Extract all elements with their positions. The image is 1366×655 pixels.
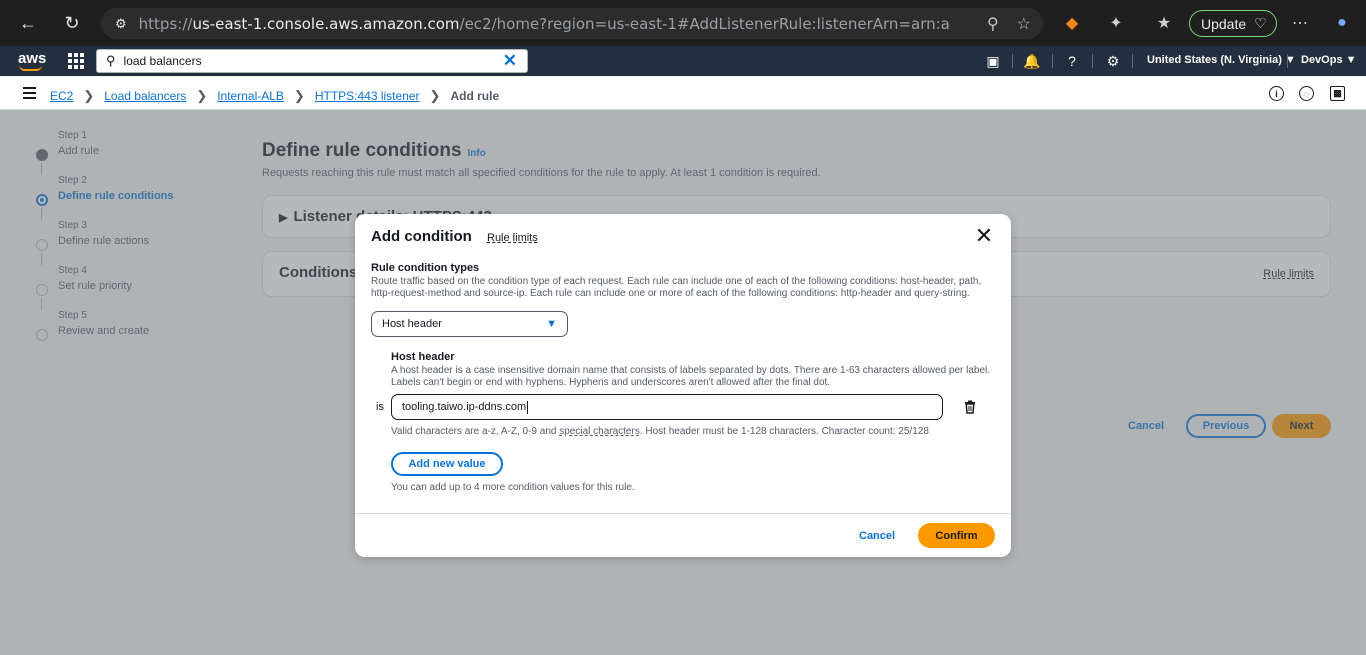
cloudshell-icon[interactable]: ▣ — [984, 52, 1002, 70]
add-condition-modal: Add condition Rule limits ✕ Rule conditi… — [355, 214, 1011, 557]
aws-top-nav: aws ⚲ load balancers ✕ ▣ 🔔 ? ⚙ United St… — [0, 46, 1366, 76]
browser-toolbar: ← ↻ ⚙ https://us-east-1.console.aws.amaz… — [0, 0, 1366, 46]
breadcrumb-current: Add rule — [450, 89, 500, 103]
notifications-bell-icon[interactable]: 🔔 — [1023, 52, 1041, 70]
bookmark-star-icon[interactable]: ☆ — [1017, 14, 1031, 34]
condition-types-description: Route traffic based on the condition typ… — [371, 276, 982, 299]
more-menu-icon[interactable]: ⋯ — [1290, 13, 1310, 33]
constraint-text: Valid characters are a-z, A-Z, 0-9 and s… — [391, 426, 929, 437]
update-label: Update — [1201, 15, 1247, 32]
add-new-value-button[interactable]: Add new value — [391, 452, 503, 476]
modal-title: Add condition — [371, 228, 472, 245]
selected-condition-type: Host header — [382, 318, 442, 330]
trash-icon[interactable] — [963, 400, 977, 414]
zoom-icon[interactable]: ⚲ — [987, 14, 999, 34]
host-header-description: A host header is a case insensitive doma… — [391, 365, 991, 388]
confirm-button[interactable]: Confirm — [918, 523, 995, 548]
chevron-right-icon: ❯ — [293, 88, 305, 103]
browser-update-button[interactable]: Update ♡ — [1189, 10, 1277, 37]
menu-hamburger-icon[interactable] — [23, 87, 36, 102]
condition-type-select[interactable]: Host header ▼ — [371, 311, 568, 337]
clear-search-icon[interactable]: ✕ — [503, 51, 517, 71]
url-text: https://us-east-1.console.aws.amazon.com… — [138, 14, 949, 33]
region-selector[interactable]: United States (N. Virginia) ▼ — [1147, 54, 1296, 66]
host-header-value-input[interactable]: tooling.taiwo.ip-ddns.com — [391, 394, 943, 420]
settings-gear-icon[interactable]: ⚙ — [1104, 52, 1122, 70]
favorites-icon[interactable]: ★ — [1154, 13, 1174, 33]
special-characters-link[interactable]: special characters — [559, 426, 640, 437]
modal-rule-limits-link[interactable]: Rule limits — [487, 232, 538, 244]
breadcrumb-listener[interactable]: HTTPS:443 listener — [315, 89, 420, 103]
breadcrumb-load-balancers[interactable]: Load balancers — [104, 89, 186, 103]
breadcrumb-internal-alb[interactable]: Internal-ALB — [217, 89, 284, 103]
services-grid-icon[interactable] — [68, 53, 84, 69]
close-icon[interactable]: ✕ — [973, 225, 995, 247]
host-header-value: tooling.taiwo.ip-ddns.com — [402, 401, 527, 413]
host-header-label: Host header — [391, 351, 455, 363]
extensions-puzzle-icon[interactable]: ✦ — [1106, 13, 1126, 33]
address-bar[interactable]: ⚙ https://us-east-1.console.aws.amazon.c… — [101, 8, 1043, 39]
search-value: load balancers — [123, 54, 202, 68]
chevron-right-icon: ❯ — [429, 88, 441, 103]
reload-icon[interactable]: ↻ — [58, 9, 86, 37]
site-info-icon[interactable]: ⚙ — [115, 16, 127, 32]
feedback-icon[interactable]: ◌ — [1299, 86, 1314, 101]
account-menu[interactable]: DevOps ▼ — [1301, 54, 1357, 66]
help-icon[interactable]: ? — [1063, 52, 1081, 70]
breadcrumb: EC2 ❯ Load balancers ❯ Internal-ALB ❯ HT… — [50, 88, 499, 104]
back-icon[interactable]: ← — [14, 9, 42, 37]
aws-logo[interactable]: aws — [18, 50, 46, 71]
condition-types-label: Rule condition types — [371, 262, 480, 274]
breadcrumb-ec2[interactable]: EC2 — [50, 89, 73, 103]
copilot-icon[interactable]: ● — [1332, 13, 1352, 33]
heart-pulse-icon: ♡ — [1254, 15, 1267, 31]
caret-down-icon: ▼ — [546, 318, 557, 330]
info-panel-icon[interactable]: i — [1269, 86, 1284, 101]
breadcrumb-bar: EC2 ❯ Load balancers ❯ Internal-ALB ❯ HT… — [0, 77, 1366, 110]
add-value-hint: You can add up to 4 more condition value… — [391, 482, 635, 493]
chevron-right-icon: ❯ — [196, 88, 208, 103]
metamask-extension-icon[interactable]: ◆ — [1062, 13, 1082, 33]
modal-cancel-button[interactable]: Cancel — [859, 530, 895, 542]
is-operator-label: is — [376, 401, 384, 413]
chevron-right-icon: ❯ — [83, 88, 95, 103]
tutorial-panel-icon[interactable]: ▩ — [1330, 86, 1345, 101]
search-icon: ⚲ — [106, 53, 116, 68]
console-search-input[interactable]: ⚲ load balancers ✕ — [96, 49, 528, 73]
